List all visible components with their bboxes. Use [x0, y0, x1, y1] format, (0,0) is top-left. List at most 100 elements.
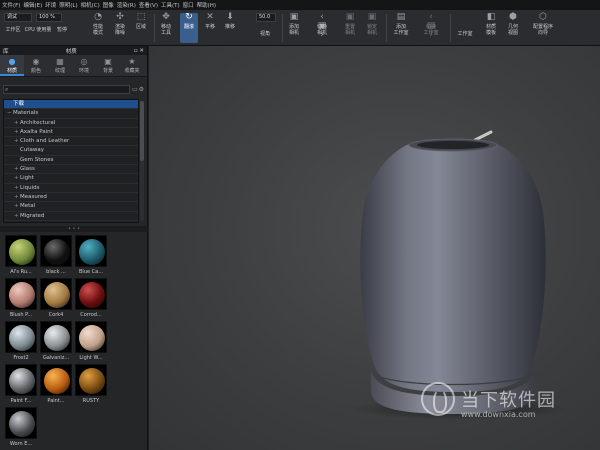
tab-5[interactable]: ▣ 背景 [96, 55, 120, 76]
region-button[interactable]: ⬚ 区域 [134, 12, 148, 31]
studio-label: 工作室 [457, 31, 473, 37]
performance-mode-button[interactable]: ◔ 性能 模式 [90, 13, 106, 37]
material-thumbnail[interactable]: RUSTY [74, 363, 108, 407]
menu-item[interactable]: 帮助(H) [197, 1, 216, 9]
configurator-icon: ⬡ [539, 12, 547, 22]
tree-item[interactable]: −Materials [4, 109, 138, 119]
tree-item[interactable]: +Measured [4, 193, 138, 203]
material-preview [75, 278, 107, 310]
material-preview [5, 278, 37, 310]
tree-item[interactable]: +Axalta Paint [4, 128, 138, 138]
tab-4[interactable]: ◎ 环境 [72, 55, 96, 76]
tree-item[interactable]: +Cloth and Leather [4, 137, 138, 147]
menu-item[interactable]: 环境 [45, 1, 56, 9]
material-thumbnail[interactable]: Light W... [74, 320, 108, 364]
tree-item[interactable]: +Metal [4, 202, 138, 212]
studio-button[interactable]: 工作室 [454, 31, 476, 37]
tree-item[interactable]: Gem Stones [4, 156, 138, 166]
menu-item[interactable]: 文件(F) [2, 1, 20, 9]
render-denoise-button[interactable]: ✣ 渲染 降噪 [112, 13, 128, 37]
reset-camera-button[interactable]: ▣ 重置 相机 [342, 12, 358, 37]
add-camera-button[interactable]: ▣ 添加 相机 [286, 13, 302, 37]
material-thumbnail[interactable]: Frost2 [4, 320, 38, 364]
region-label: 区域 [135, 24, 146, 30]
material-thumbnail[interactable]: Worn E... [4, 406, 38, 450]
material-name: Light W... [79, 355, 103, 361]
render-viewport[interactable]: 当下软件园 www.downxia.com [149, 46, 600, 450]
tree-item[interactable]: +Migrated [4, 212, 138, 221]
material-template-button[interactable]: ◧ 材质 模板 [482, 13, 500, 37]
region-icon: ⬚ [136, 12, 146, 22]
material-name: black ... [46, 269, 66, 275]
library-folder-tools[interactable]: ▭⚙ [132, 85, 146, 94]
rotate-button[interactable]: ↻ 翻滚 [180, 13, 198, 43]
menu-item[interactable]: 工具(T) [161, 1, 180, 9]
tab-6[interactable]: ★ 收藏夹 [120, 55, 144, 76]
material-preview [5, 407, 37, 439]
tree-scrollbar-thumb[interactable] [140, 101, 144, 161]
rotate-icon: ↻ [185, 12, 193, 22]
workspace-button[interactable]: 工作区 [4, 27, 22, 33]
tree-item[interactable]: +Light [4, 174, 138, 184]
material-thumbnail[interactable]: Paint... [39, 363, 73, 407]
material-name: Al's Ru... [10, 269, 32, 275]
switch-camera-icon: ‹ ▣ › [317, 12, 327, 40]
menu-bar: 文件(F) 编辑(E) 环境 照明(L) 相机(C) 图像 渲染(R) 查看(V) 工具(T) 窗… [0, 0, 600, 10]
pause-button[interactable]: 暂停 [55, 27, 69, 33]
menu-item[interactable]: 编辑(E) [23, 1, 42, 9]
field-of-view-button[interactable]: 视角 [254, 31, 276, 37]
tree-item-label: Materials [13, 110, 39, 117]
library-search-input[interactable]: ⌕ [3, 85, 130, 94]
tree-item[interactable]: 下载 [4, 100, 138, 110]
add-studio-button[interactable]: ▤ 添加 工作室 [390, 13, 412, 37]
material-thumbnail[interactable]: Paint F... [4, 363, 38, 407]
menu-item[interactable]: 相机(C) [81, 1, 100, 9]
render-percent-input[interactable]: 100 % [36, 13, 62, 22]
reset-camera-icon: ▣ [345, 12, 355, 22]
menu-item[interactable]: 照明(L) [59, 1, 77, 9]
tree-scrollbar[interactable] [140, 101, 144, 221]
material-thumbnail[interactable]: Blush P... [4, 277, 38, 321]
configurator-wizard-button[interactable]: ⬡ 配置程序 向导 [528, 12, 558, 37]
geometry-view-button[interactable]: ⬢ 几何 视图 [504, 13, 522, 37]
menu-item[interactable]: 窗口 [183, 1, 194, 9]
tab-1[interactable]: ● 材质 [0, 55, 24, 76]
tab-label: 收藏夹 [124, 68, 140, 74]
tree-item[interactable]: +Liquids [4, 184, 138, 193]
panel-controls[interactable]: ▫ ✕ [134, 48, 144, 54]
dolly-button[interactable]: ⬇ 推移 [222, 13, 238, 31]
material-sphere [9, 282, 35, 308]
cpu-usage-button[interactable]: CPU 使用量 [24, 27, 52, 33]
preset-select[interactable]: 调试 [4, 13, 32, 22]
switch-studio-button[interactable]: ‹ ▤ › 切换 工作室 [418, 13, 444, 40]
tree-item[interactable]: Cutaway [4, 146, 138, 156]
material-thumbnail[interactable]: Corrod... [74, 277, 108, 321]
menu-item[interactable]: 图像 [103, 1, 114, 9]
rendered-vase [360, 130, 546, 414]
render-denoise-label: 渲染 降噪 [114, 24, 125, 36]
lock-camera-button[interactable]: ▣ 锁定 相机 [364, 13, 380, 37]
field-of-view-input[interactable]: 50.0 [256, 13, 276, 22]
settings-icon[interactable]: ⚙ [139, 86, 145, 93]
material-thumbnail[interactable]: Blue Ca... [74, 234, 108, 278]
material-sphere [44, 368, 70, 394]
menu-item[interactable]: 查看(V) [139, 1, 158, 9]
tab-3[interactable]: ▦ 纹理 [48, 55, 72, 76]
tree-item-label: Measured [20, 193, 47, 200]
material-thumbnail[interactable]: Galvaniz... [39, 320, 73, 364]
material-thumbnail[interactable]: Al's Ru... [4, 234, 38, 278]
switch-camera-button[interactable]: ‹ ▣ › 切换 相机 [312, 12, 332, 40]
material-name: Corrod... [80, 312, 102, 318]
material-thumbnail[interactable]: Cork4 [39, 277, 73, 321]
tree-item[interactable]: +Glass [4, 165, 138, 175]
material-name: Blush P... [9, 312, 33, 318]
menu-item[interactable]: 渲染(R) [117, 1, 136, 9]
geometry-view-label: 几何 视图 [507, 24, 518, 36]
tree-item[interactable]: +Architectural [4, 119, 138, 128]
tab-2[interactable]: ◉ 颜色 [24, 55, 48, 76]
material-thumbnail[interactable]: black ... [39, 234, 73, 278]
dolly-label: 推移 [224, 24, 235, 30]
move-tool-button[interactable]: ✥ 移动 工具 [158, 13, 174, 37]
folder-icon[interactable]: ▭ [132, 86, 139, 93]
pan-button[interactable]: ✕ 平移 [202, 13, 218, 31]
